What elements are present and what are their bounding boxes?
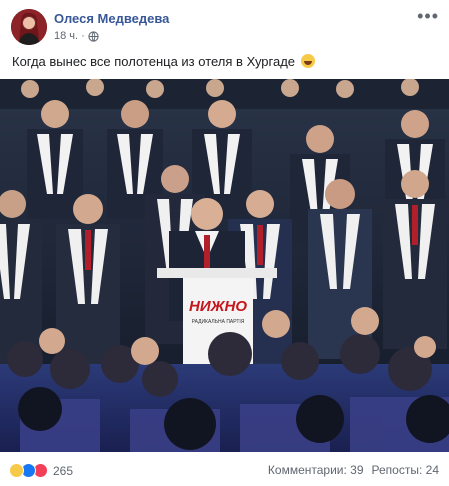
- comments-count[interactable]: Комментарии: 39: [268, 463, 364, 477]
- podium-sub: РАДИКАЛЬНА ПАРТІЯ: [192, 319, 245, 325]
- reactions-summary[interactable]: 265: [9, 463, 73, 478]
- reactions-count: 265: [53, 463, 74, 478]
- post-meta: 18 ч. ·: [54, 30, 99, 42]
- post-text: Когда вынес все полотенца из отеля в Хур…: [12, 54, 315, 69]
- post-photo[interactable]: НИЖНО РАДИКАЛЬНА ПАРТІЯ: [0, 79, 449, 452]
- haha-reaction-icon: [9, 463, 24, 478]
- author-name[interactable]: Олеся Медведева: [54, 11, 169, 26]
- rofl-emoji-icon: [300, 54, 315, 68]
- post-text-content: Когда вынес все полотенца из отеля в Хур…: [12, 54, 296, 69]
- engagement-counts: Комментарии: 39 Репосты: 24: [268, 463, 439, 477]
- facebook-post: Олеся Медведева 18 ч. · ••• Когда вынес …: [0, 0, 449, 486]
- globe-icon: [88, 30, 99, 42]
- post-time[interactable]: 18 ч.: [54, 30, 78, 42]
- author-avatar[interactable]: [11, 9, 47, 45]
- more-dots-icon[interactable]: •••: [417, 7, 439, 25]
- podium-sign: НИЖНО: [189, 298, 247, 315]
- post-footer: 265 Комментарии: 39 Репосты: 24: [0, 456, 449, 486]
- shares-count[interactable]: Репосты: 24: [372, 463, 439, 477]
